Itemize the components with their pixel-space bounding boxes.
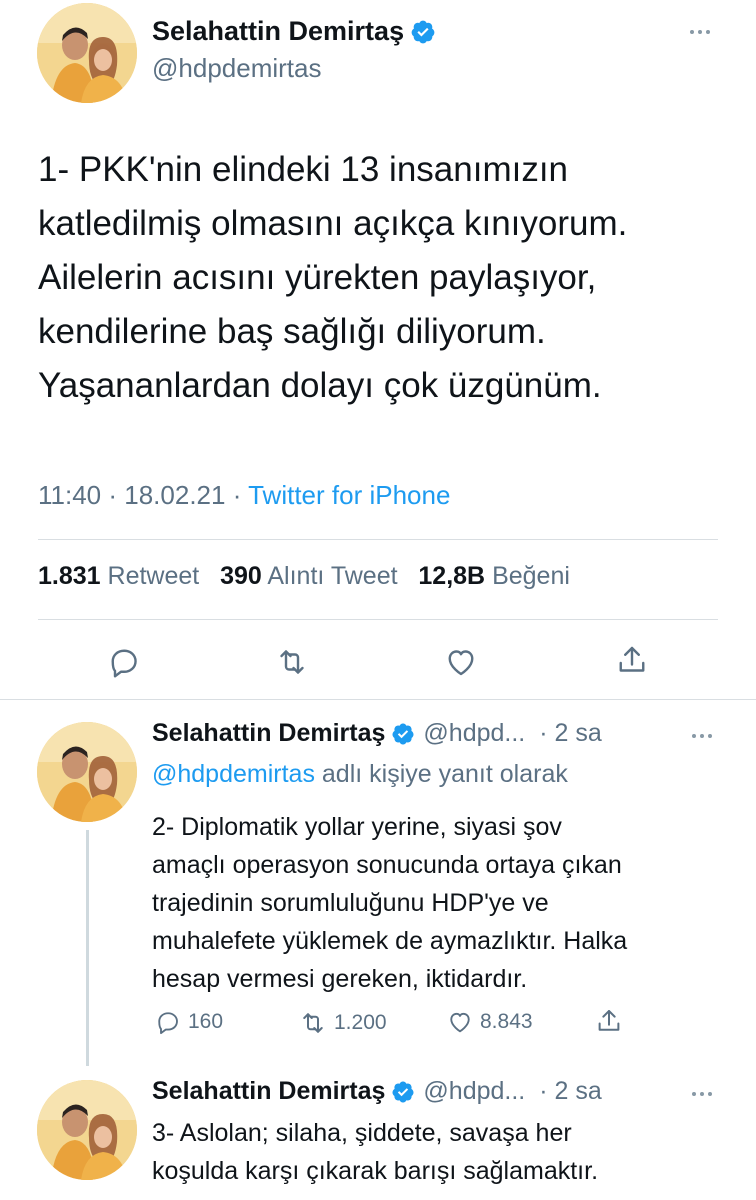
thread-connector — [86, 830, 89, 1066]
reply-count: 160 — [188, 1010, 224, 1033]
heart-icon — [448, 650, 474, 676]
divider — [38, 619, 718, 620]
reply-button[interactable] — [104, 642, 144, 682]
retweet-button[interactable]: 1.200 — [298, 1008, 387, 1038]
tweet-text: 1- PKK'nin elindeki 13 insanımızın katle… — [38, 150, 628, 405]
reply-handle[interactable]: @hdpd... — [423, 719, 525, 748]
comment-icon — [111, 649, 137, 678]
retweet-button[interactable] — [272, 642, 312, 682]
reply-avatar[interactable] — [37, 722, 137, 822]
section-divider — [0, 699, 756, 700]
more-dots-icon[interactable] — [690, 30, 710, 34]
tweet-source-link[interactable]: Twitter for iPhone — [248, 480, 450, 510]
reply-context-text: adlı kişiye yanıt olarak — [314, 760, 568, 788]
like-button[interactable]: 8.843 — [446, 1008, 533, 1036]
reply-to-link[interactable]: @hdpdemirtas — [152, 760, 315, 788]
heart-icon — [450, 1012, 470, 1033]
comment-icon — [158, 1012, 178, 1035]
tweet-date: 18.02.21 — [124, 480, 226, 510]
share-icon — [619, 646, 645, 672]
like-count: 8.843 — [480, 1010, 533, 1033]
more-dots-icon[interactable] — [692, 1092, 712, 1096]
retweet-icon — [303, 1013, 323, 1033]
tweet-meta: 11:40 · 18.02.21 · Twitter for iPhone — [38, 480, 450, 511]
reply-avatar[interactable] — [37, 1080, 137, 1180]
tweet-time: 11:40 — [38, 480, 102, 510]
reply-text: 3- Aslolan; silaha, şiddete, savaşa her … — [152, 1119, 599, 1185]
reply-time[interactable]: · 2 sa — [539, 719, 602, 748]
reply-name-line: Selahattin Demirtaş @hdpd... · 2 sa — [152, 1077, 602, 1106]
author-name-line: Selahattin Demirtaş — [152, 16, 436, 47]
reply-name-line: Selahattin Demirtaş @hdpd... · 2 sa — [152, 719, 602, 748]
retweet-count: 1.200 — [334, 1011, 387, 1034]
reply-time[interactable]: · 2 sa — [539, 1077, 602, 1106]
like-button[interactable] — [441, 642, 481, 682]
meta-separator: · — [101, 480, 125, 510]
share-button[interactable] — [594, 1006, 624, 1036]
verified-badge-icon — [391, 1080, 415, 1104]
reply-display-name[interactable]: Selahattin Demirtaş — [152, 719, 385, 748]
verified-badge-icon — [410, 19, 436, 45]
retweet-icon — [280, 650, 304, 674]
reply-text: 2- Diplomatik yollar yerine, siyasi şov … — [152, 813, 628, 993]
author-display-name[interactable]: Selahattin Demirtaş — [152, 16, 404, 47]
tweet-stats: 1.831 Retweet 390 Alıntı Tweet 12,8B Beğ… — [38, 562, 570, 591]
divider — [38, 539, 718, 540]
share-button[interactable] — [612, 640, 652, 680]
author-avatar[interactable] — [37, 3, 137, 103]
reply-display-name[interactable]: Selahattin Demirtaş — [152, 1077, 385, 1106]
like-stat[interactable]: 12,8B Beğeni — [418, 562, 570, 590]
more-dots-icon[interactable] — [692, 734, 712, 738]
retweet-stat[interactable]: 1.831 Retweet — [38, 562, 199, 590]
author-handle[interactable]: @hdpdemirtas — [152, 53, 321, 84]
reply-context: @hdpdemirtas adlı kişiye yanıt olarak — [152, 760, 568, 789]
verified-badge-icon — [391, 722, 415, 746]
meta-separator: · — [225, 480, 249, 510]
reply-button[interactable]: 160 — [154, 1008, 223, 1036]
reply-handle[interactable]: @hdpd... — [423, 1077, 525, 1106]
quote-stat[interactable]: 390 Alıntı Tweet — [220, 562, 397, 590]
share-icon — [598, 1010, 620, 1031]
